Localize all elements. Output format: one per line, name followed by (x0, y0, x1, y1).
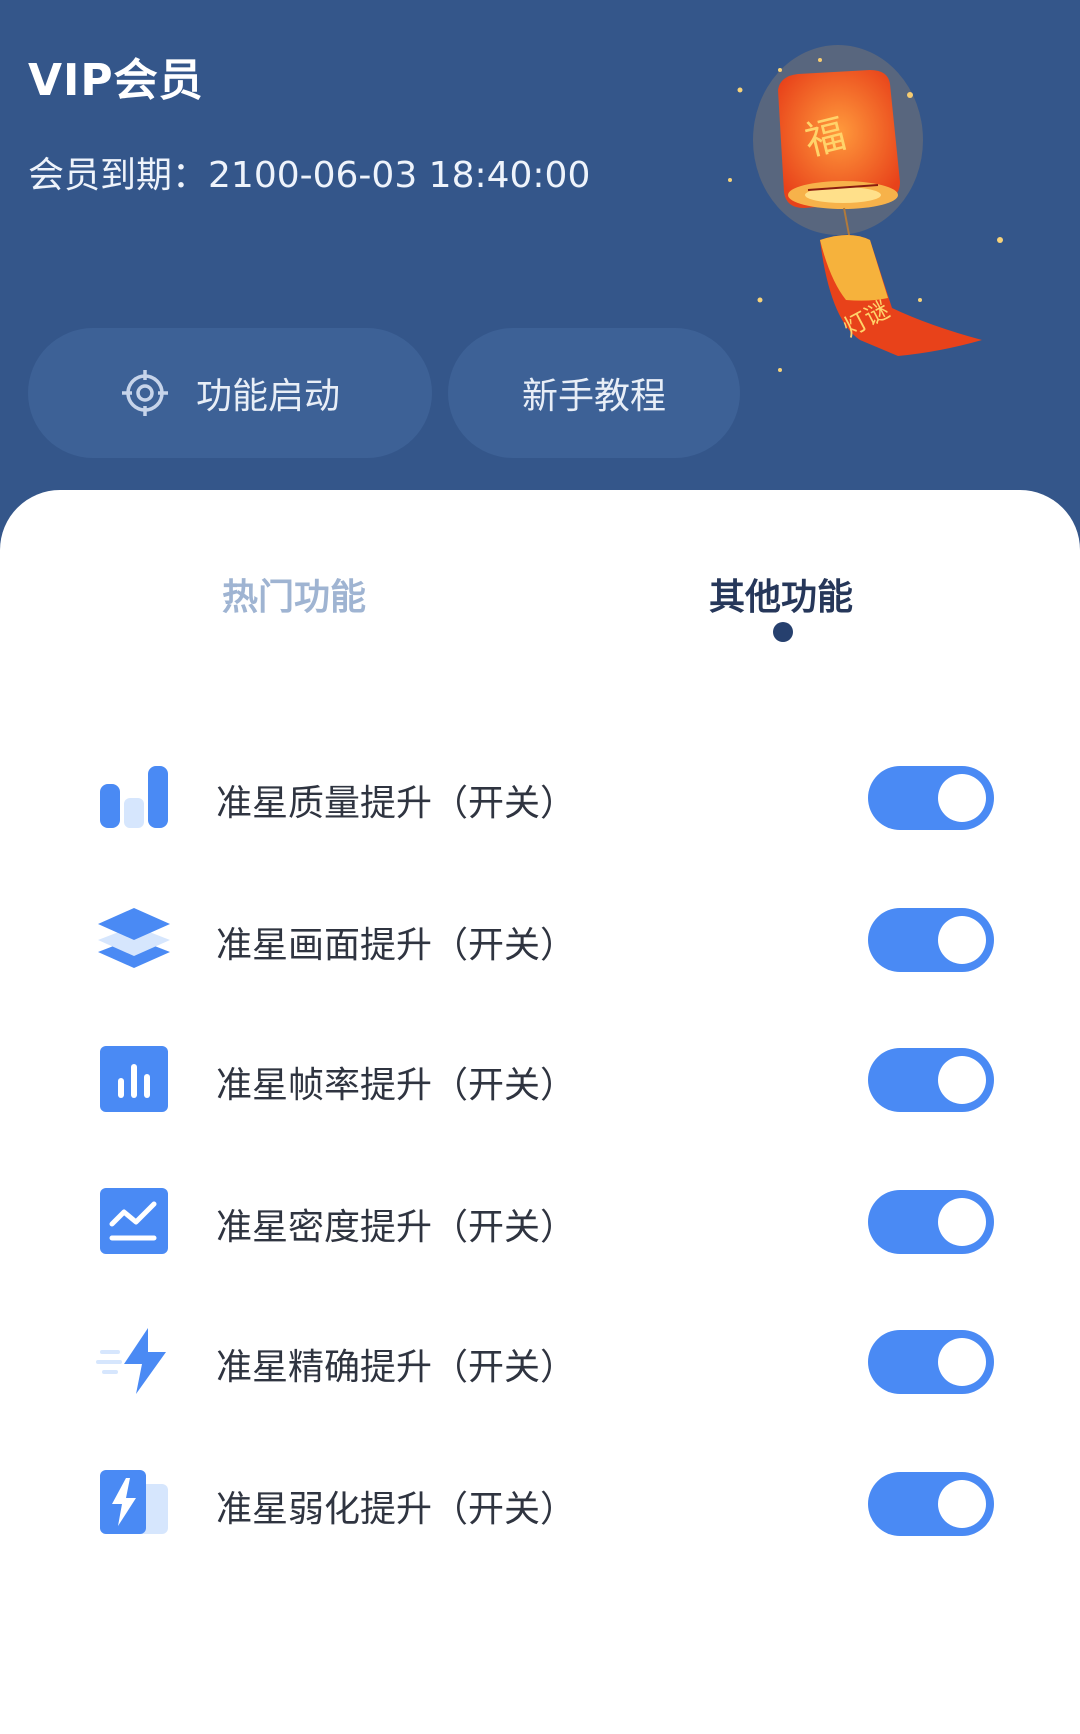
feature-label: 准星弱化提升（开关） (216, 1489, 577, 1530)
crosshair-icon (120, 368, 170, 418)
feature-label: 准星精确提升（开关） (216, 1347, 577, 1388)
toggle-switch[interactable] (868, 1048, 994, 1112)
page-title: VIP会员 (28, 55, 204, 106)
toggle-switch[interactable] (868, 908, 994, 972)
toggle-knob (938, 1480, 986, 1528)
trend-icon (100, 1188, 168, 1254)
feature-start-button[interactable]: 功能启动 (28, 328, 432, 458)
tutorial-label: 新手教程 (521, 376, 666, 417)
feature-row-display: 准星画面提升（开关） (0, 888, 1080, 988)
toggle-knob (938, 774, 986, 822)
tab-other-features[interactable]: 其他功能 (709, 568, 853, 620)
feature-row-precision: 准星精确提升（开关） (0, 1310, 1080, 1410)
feature-label: 准星质量提升（开关） (216, 783, 577, 824)
vip-header: VIP会员 会员到期：2100-06-03 18:40:00 福 灯谜 功能启动… (0, 0, 1080, 560)
active-tab-indicator (773, 622, 793, 642)
stats-icon (100, 1046, 168, 1112)
layers-icon (98, 908, 170, 968)
tab-hot-features[interactable]: 热门功能 (222, 568, 366, 620)
toggle-knob (938, 1338, 986, 1386)
battery-charge-icon (100, 1470, 168, 1534)
toggle-switch[interactable] (868, 1330, 994, 1394)
feature-label: 准星密度提升（开关） (216, 1207, 577, 1248)
toggle-switch[interactable] (868, 766, 994, 830)
feature-row-framerate: 准星帧率提升（开关） (0, 1028, 1080, 1128)
lightning-icon (96, 1328, 166, 1394)
toggle-knob (938, 1198, 986, 1246)
feature-row-weaken: 准星弱化提升（开关） (0, 1452, 1080, 1552)
tutorial-button[interactable]: 新手教程 (448, 328, 740, 458)
sky-lantern-illustration: 福 灯谜 (728, 45, 1003, 372)
feature-row-quality: 准星质量提升（开关） (0, 746, 1080, 846)
toggle-knob (938, 916, 986, 964)
toggle-knob (938, 1056, 986, 1104)
feature-label: 准星画面提升（开关） (216, 925, 577, 966)
expiry-value: 2100-06-03 18:40:00 (208, 155, 591, 196)
feature-start-label: 功能启动 (195, 376, 340, 417)
toggle-switch[interactable] (868, 1190, 994, 1254)
membership-expiry: 会员到期：2100-06-03 18:40:00 (28, 146, 590, 198)
feature-row-density: 准星密度提升（开关） (0, 1170, 1080, 1270)
bar-chart-icon (100, 766, 168, 828)
expiry-label: 会员到期： (28, 155, 209, 196)
toggle-switch[interactable] (868, 1472, 994, 1536)
feature-label: 准星帧率提升（开关） (216, 1065, 577, 1106)
